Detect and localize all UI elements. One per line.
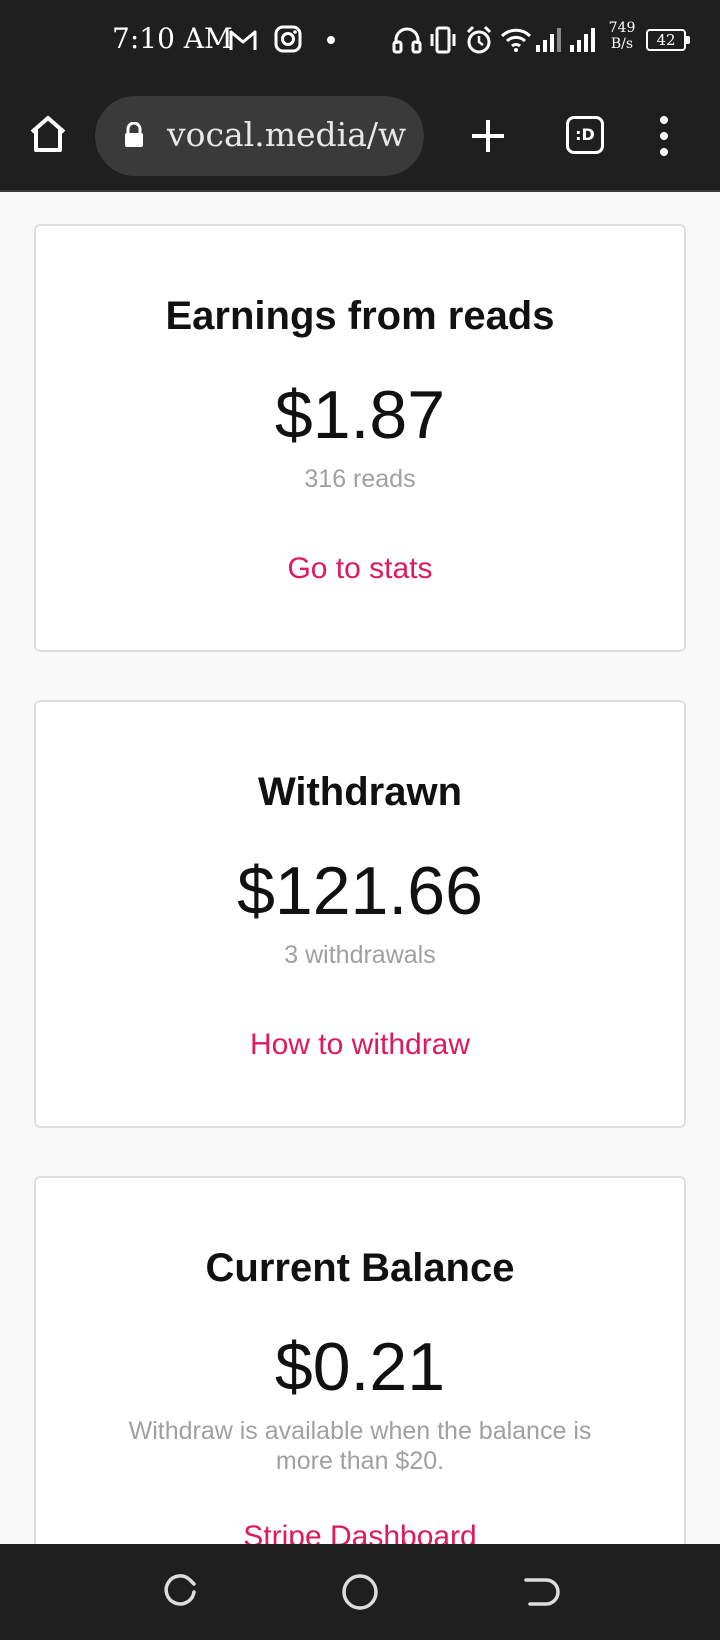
card-amount: $0.21	[274, 1329, 446, 1405]
vibrate-icon	[430, 26, 456, 54]
card-amount: $121.66	[237, 853, 483, 929]
wifi-icon	[500, 28, 532, 52]
status-bar: 7:10 AM 749 B/s 42	[0, 0, 720, 82]
instagram-icon	[274, 25, 302, 53]
gmail-icon	[229, 30, 257, 50]
headset-icon	[392, 27, 422, 54]
go-to-stats-link[interactable]: Go to stats	[36, 552, 684, 586]
how-to-withdraw-link[interactable]: How to withdraw	[36, 1028, 684, 1062]
back-icon[interactable]	[520, 1572, 560, 1612]
home-nav-icon[interactable]	[340, 1572, 380, 1612]
page-content: Earnings from reads $1.87 316 reads Go t…	[0, 194, 720, 1544]
network-speed-unit: B/s	[610, 36, 634, 52]
stripe-dashboard-link[interactable]: Stripe Dashboard	[36, 1520, 684, 1544]
signal-icon	[570, 28, 595, 52]
status-time: 7:10 AM	[112, 22, 233, 55]
network-speed: 749 B/s	[604, 20, 640, 52]
card-title: Current Balance	[205, 1246, 515, 1290]
browser-toolbar: vocal.media/w :D	[0, 82, 720, 192]
url-text: vocal.media/w	[167, 115, 407, 154]
card-subtext: Withdraw is available when the balance i…	[128, 1417, 592, 1475]
network-speed-value: 749	[608, 20, 636, 36]
earnings-card: Earnings from reads $1.87 316 reads Go t…	[34, 224, 686, 652]
lock-icon	[125, 122, 143, 147]
current-balance-card: Current Balance $0.21 Withdraw is availa…	[34, 1176, 686, 1544]
battery-level: 42	[656, 31, 676, 49]
signal-icon	[536, 28, 561, 52]
card-title: Withdrawn	[257, 770, 463, 814]
home-icon[interactable]	[26, 112, 70, 156]
card-title: Earnings from reads	[165, 294, 555, 338]
tab-switcher-button[interactable]: :D	[566, 116, 604, 154]
battery-icon: 42	[646, 29, 690, 51]
withdrawn-card: Withdrawn $121.66 3 withdrawals How to w…	[34, 700, 686, 1128]
alarm-icon	[466, 25, 492, 54]
card-subtext: 3 withdrawals	[284, 941, 436, 969]
dot-icon	[327, 36, 335, 44]
new-tab-icon[interactable]	[468, 116, 508, 156]
recent-apps-icon[interactable]	[160, 1572, 200, 1612]
card-amount: $1.87	[274, 377, 446, 453]
more-menu-icon[interactable]	[650, 114, 678, 158]
system-nav-bar	[0, 1544, 720, 1640]
tab-switcher-label: :D	[575, 125, 595, 144]
card-subtext: 316 reads	[304, 465, 416, 493]
address-bar[interactable]: vocal.media/w	[95, 96, 424, 176]
